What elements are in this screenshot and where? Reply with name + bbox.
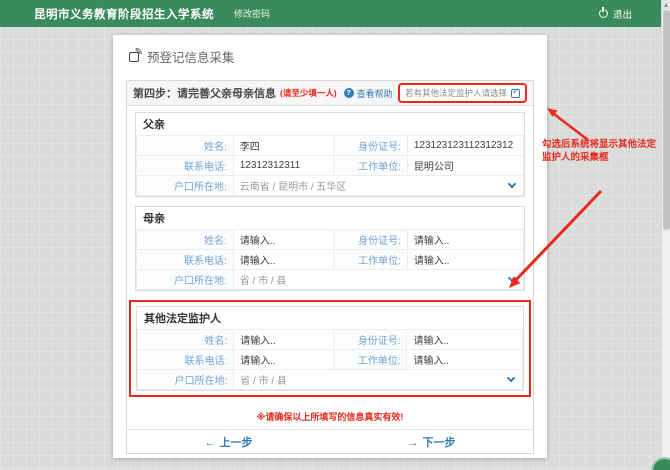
- logout-button[interactable]: 退出: [599, 7, 632, 21]
- scrollbar-up-arrow-icon[interactable]: [662, 0, 670, 9]
- father-work-label: 工作单位:: [334, 156, 408, 176]
- other-guardian-toggle[interactable]: 若有其他法定监护人请选择 ✓: [398, 83, 527, 103]
- check-square-icon[interactable]: ✓: [511, 89, 520, 98]
- father-residence-select[interactable]: 云南省 / 昆明市 / 五华区: [233, 176, 523, 196]
- mother-residence-select[interactable]: 省 / 市 / 县: [233, 270, 523, 290]
- mother-phone-label: 联系电话:: [137, 250, 234, 270]
- guardian-work-field[interactable]: 请输入..: [407, 350, 523, 370]
- section-father-title: 父亲: [136, 113, 524, 135]
- guardian-phone-label: 联系电话:: [138, 350, 234, 370]
- section-mother-title: 母亲: [136, 207, 524, 229]
- help-link-label: 查看帮助: [357, 87, 393, 100]
- guardian-name-field[interactable]: 请输入..: [234, 330, 334, 350]
- table-row: 户口所在地: 省 / 市 / 县: [137, 270, 524, 290]
- app-title: 昆明市义务教育阶段招生入学系统: [34, 6, 214, 22]
- mother-name-label: 姓名:: [137, 230, 234, 250]
- guardian-residence-select[interactable]: 省 / 市 / 县: [234, 370, 523, 390]
- chevron-down-icon[interactable]: [508, 180, 516, 188]
- mother-id-field[interactable]: 请输入..: [407, 230, 523, 250]
- validity-notice: ※请确保以上所填写的信息真实有效!: [135, 405, 525, 429]
- topbar: 昆明市义务教育阶段招生入学系统 修改密码 退出: [0, 0, 670, 27]
- next-step-button[interactable]: → 下一步: [330, 434, 533, 450]
- table-row: 联系电话: 12312312311 工作单位: 昆明公司: [137, 156, 524, 176]
- table-row: 姓名: 请输入.. 身份证号: 请输入..: [138, 330, 523, 350]
- page: 昆明市义务教育阶段招生入学系统 修改密码 退出 ✎ 预登记信息采集 第四步：请完…: [0, 0, 670, 470]
- chevron-down-icon[interactable]: [507, 374, 515, 382]
- mother-residence-value: 省 / 市 / 县: [240, 272, 509, 287]
- guardian-phone-field[interactable]: 请输入..: [234, 350, 334, 370]
- left-arrow-icon: ←: [205, 437, 216, 449]
- power-icon: [599, 9, 608, 18]
- step-requirement: (请至少填一人): [280, 87, 337, 99]
- father-phone-label: 联系电话:: [137, 156, 234, 176]
- table-row: 户口所在地: 省 / 市 / 县: [138, 370, 523, 390]
- mother-id-label: 身份证号:: [334, 230, 408, 250]
- step-title: 第四步：请完善父亲母亲信息: [133, 85, 276, 101]
- prev-step-label: 上一步: [220, 437, 253, 449]
- chevron-down-icon[interactable]: [508, 274, 516, 282]
- guardian-residence-value: 省 / 市 / 县: [240, 372, 508, 387]
- help-link[interactable]: ? 查看帮助: [344, 87, 393, 100]
- annotation-red-box: 其他法定监护人 姓名: 请输入.. 身份证号: 请输入.. 联系电话: 请输入.…: [129, 300, 531, 397]
- father-table: 姓名: 李四 身份证号: 123123123112312312 联系电话: 12…: [136, 135, 524, 196]
- table-row: 联系电话: 请输入.. 工作单位: 请输入..: [137, 250, 524, 270]
- other-guardian-toggle-label: 若有其他法定监护人请选择: [405, 87, 507, 99]
- scrollbar-thumb[interactable]: [663, 10, 670, 230]
- guardian-id-label: 身份证号:: [334, 330, 407, 350]
- mother-work-field[interactable]: 请输入..: [407, 250, 523, 270]
- section-other-guardian: 其他法定监护人 姓名: 请输入.. 身份证号: 请输入.. 联系电话: 请输入.…: [136, 306, 524, 391]
- father-id-field[interactable]: 123123123112312312: [407, 136, 523, 156]
- question-circle-icon: ?: [344, 88, 354, 98]
- scrollbar[interactable]: [661, 0, 670, 470]
- father-name-field[interactable]: 李四: [233, 136, 334, 156]
- main-card: ✎ 预登记信息采集 第四步：请完善父亲母亲信息 (请至少填一人) ? 查看帮助 …: [113, 35, 547, 458]
- other-guardian-table: 姓名: 请输入.. 身份证号: 请输入.. 联系电话: 请输入.. 工作单位: …: [137, 329, 523, 390]
- father-id-label: 身份证号:: [334, 136, 408, 156]
- step-heading: 第四步：请完善父亲母亲信息 (请至少填一人) ? 查看帮助 若有其他法定监护人请…: [127, 81, 533, 106]
- mother-residence-label: 户口所在地:: [137, 270, 234, 290]
- prev-step-button[interactable]: ← 上一步: [127, 434, 330, 450]
- table-row: 姓名: 李四 身份证号: 123123123112312312: [137, 136, 524, 156]
- guardian-work-label: 工作单位:: [334, 350, 407, 370]
- mother-work-label: 工作单位:: [334, 250, 408, 270]
- right-arrow-icon: →: [408, 437, 419, 449]
- change-password-link[interactable]: 修改密码: [234, 7, 270, 20]
- father-work-field[interactable]: 昆明公司: [407, 156, 523, 176]
- wizard-footer: ← 上一步 → 下一步: [127, 429, 533, 453]
- form-panel: 第四步：请完善父亲母亲信息 (请至少填一人) ? 查看帮助 若有其他法定监护人请…: [126, 80, 534, 454]
- father-residence-value: 云南省 / 昆明市 / 五华区: [240, 178, 509, 193]
- panel-body: 父亲 姓名: 李四 身份证号: 123123123112312312 联系电话:…: [127, 106, 533, 429]
- father-residence-label: 户口所在地:: [137, 176, 234, 196]
- table-row: 联系电话: 请输入.. 工作单位: 请输入..: [138, 350, 523, 370]
- guardian-id-field[interactable]: 请输入..: [407, 330, 523, 350]
- section-other-guardian-title: 其他法定监护人: [137, 307, 523, 329]
- annotation-note: 勾选后系统将显示其他法定监护人的采集框: [542, 138, 658, 164]
- floating-corner-button[interactable]: [651, 457, 670, 470]
- table-row: 姓名: 请输入.. 身份证号: 请输入..: [137, 230, 524, 250]
- section-father: 父亲 姓名: 李四 身份证号: 123123123112312312 联系电话:…: [135, 112, 525, 197]
- father-phone-field[interactable]: 12312312311: [233, 156, 334, 176]
- page-title: 预登记信息采集: [147, 47, 235, 66]
- guardian-name-label: 姓名:: [138, 330, 234, 350]
- logout-label: 退出: [613, 7, 632, 21]
- section-mother: 母亲 姓名: 请输入.. 身份证号: 请输入.. 联系电话: 请输入.. 工作单…: [135, 206, 525, 291]
- card-header: ✎ 预登记信息采集: [113, 35, 547, 74]
- edit-square-icon: ✎: [129, 51, 140, 62]
- table-row: 户口所在地: 云南省 / 昆明市 / 五华区: [137, 176, 524, 196]
- father-name-label: 姓名:: [137, 136, 234, 156]
- guardian-residence-label: 户口所在地:: [138, 370, 234, 390]
- mother-phone-field[interactable]: 请输入..: [233, 250, 334, 270]
- next-step-label: 下一步: [423, 437, 456, 449]
- mother-name-field[interactable]: 请输入..: [233, 230, 334, 250]
- mother-table: 姓名: 请输入.. 身份证号: 请输入.. 联系电话: 请输入.. 工作单位: …: [136, 229, 524, 290]
